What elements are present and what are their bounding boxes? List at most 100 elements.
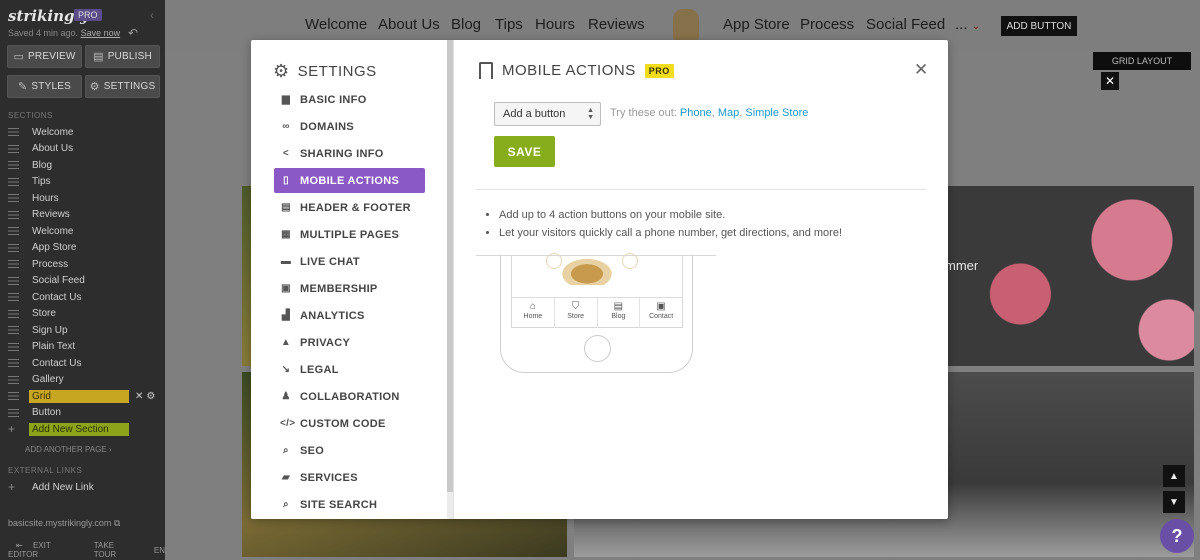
- sidebar-item-section[interactable]: Gallery: [0, 372, 165, 388]
- nav-link-app-store[interactable]: App Store: [723, 16, 790, 33]
- suggestion-map-link[interactable]: Map: [718, 107, 739, 119]
- id-card-icon: ▣: [281, 283, 291, 294]
- sidebar-item-section[interactable]: Social Feed: [0, 273, 165, 289]
- settings-menu-item[interactable]: ▰ SERVICES: [274, 465, 425, 490]
- add-button-select[interactable]: Add a button ▲ ▼: [494, 102, 601, 126]
- sidebar-item-section[interactable]: Button: [0, 405, 165, 421]
- drag-handle-icon[interactable]: [8, 293, 19, 301]
- section-tools-icon[interactable]: ✕⚙: [135, 391, 158, 402]
- drag-handle-icon[interactable]: [8, 144, 19, 153]
- drag-handle-icon[interactable]: [8, 260, 19, 268]
- save-now-link[interactable]: Save now: [81, 28, 121, 38]
- save-button[interactable]: SAVE: [494, 136, 555, 167]
- close-modal-button[interactable]: ✕: [914, 60, 928, 80]
- drag-handle-icon[interactable]: [8, 276, 19, 285]
- help-button[interactable]: ?: [1160, 519, 1194, 553]
- chevron-left-icon[interactable]: ‹: [150, 8, 154, 22]
- settings-menu-item[interactable]: ⌕ SITE SEARCH: [274, 492, 425, 517]
- drag-handle-icon[interactable]: [8, 227, 19, 235]
- settings-menu-item[interactable]: ▯ MOBILE ACTIONS: [274, 168, 425, 193]
- sidebar-item-section[interactable]: Blog: [0, 157, 165, 173]
- settings-menu-item[interactable]: ♟ COLLABORATION: [274, 384, 425, 409]
- sidebar-item-label: Blog: [32, 159, 53, 171]
- settings-menu-item[interactable]: ∞ DOMAINS: [274, 114, 425, 139]
- add-new-section-button[interactable]: + Add New Section: [0, 421, 165, 437]
- drag-handle-icon[interactable]: [8, 375, 19, 384]
- settings-menu-item[interactable]: ▟ ANALYTICS: [274, 303, 425, 328]
- nav-link-hours[interactable]: Hours: [535, 16, 575, 33]
- users-icon: ♟: [281, 391, 291, 402]
- nav-add-button[interactable]: ADD BUTTON: [1001, 16, 1077, 36]
- drag-handle-icon[interactable]: [8, 342, 19, 351]
- sidebar-item-section[interactable]: Reviews: [0, 207, 165, 223]
- settings-menu-item[interactable]: </> CUSTOM CODE: [274, 411, 425, 436]
- language-button[interactable]: EN: [154, 546, 165, 555]
- add-link-item[interactable]: + Add New Link: [0, 479, 165, 495]
- sidebar-item-section[interactable]: Sign Up: [0, 322, 165, 338]
- publish-button[interactable]: ▤ PUBLISH: [85, 45, 160, 68]
- nav-link-reviews[interactable]: Reviews: [588, 16, 645, 33]
- take-tour-button[interactable]: TAKE TOUR: [94, 541, 132, 559]
- nav-link-blog[interactable]: Blog: [451, 16, 481, 33]
- nav-link-about-us[interactable]: About Us: [378, 16, 440, 33]
- drag-handle-icon[interactable]: [8, 177, 19, 186]
- suggestion-phone-link[interactable]: Phone: [680, 107, 712, 119]
- sidebar-item-section[interactable]: Hours: [0, 190, 165, 206]
- drag-handle-icon[interactable]: [8, 128, 19, 136]
- sidebar-item-section[interactable]: Plain Text: [0, 339, 165, 355]
- sidebar-item-section[interactable]: Contact Us: [0, 289, 165, 305]
- nav-link-social-feed[interactable]: Social Feed: [866, 16, 945, 33]
- settings-menu-item[interactable]: ▬ LIVE CHAT: [274, 249, 425, 274]
- preview-button[interactable]: ▭ PREVIEW: [7, 45, 82, 68]
- sidebar-item-section[interactable]: Grid ✕⚙: [0, 388, 165, 404]
- settings-menu-label: DOMAINS: [300, 120, 355, 133]
- nav-more[interactable]: ... ⌄: [955, 16, 980, 33]
- sidebar-footer: ⇤ EXIT EDITOR TAKE TOUR EN: [0, 540, 165, 560]
- sidebar-item-section[interactable]: Store: [0, 306, 165, 322]
- settings-menu-item[interactable]: ▲ PRIVACY: [274, 330, 425, 355]
- drag-handle-icon[interactable]: [8, 309, 19, 318]
- settings-menu-item[interactable]: ▦ MULTIPLE PAGES: [274, 222, 425, 247]
- sidebar-item-section[interactable]: About Us: [0, 141, 165, 157]
- add-page-link[interactable]: ADD ANOTHER PAGE ›: [25, 445, 112, 454]
- exit-editor-button[interactable]: ⇤ EXIT EDITOR: [8, 541, 72, 559]
- styles-button[interactable]: ✎ STYLES: [7, 75, 82, 98]
- drag-handle-icon[interactable]: [8, 194, 19, 202]
- nav-link-welcome[interactable]: Welcome: [305, 16, 367, 33]
- drag-handle-icon[interactable]: [8, 326, 19, 334]
- settings-menu-label: BASIC INFO: [300, 93, 367, 106]
- drag-handle-icon[interactable]: [8, 359, 19, 367]
- close-icon[interactable]: ✕: [1101, 72, 1119, 90]
- move-down-button[interactable]: ▼: [1163, 491, 1185, 513]
- sections-header: SECTIONS: [8, 111, 53, 120]
- nav-link-tips[interactable]: Tips: [495, 16, 523, 33]
- pro-badge: PRO: [74, 9, 102, 21]
- nav-link-process[interactable]: Process: [800, 16, 854, 33]
- sidebar-item-section[interactable]: App Store: [0, 240, 165, 256]
- sidebar-item-section[interactable]: Process: [0, 256, 165, 272]
- settings-menu-item[interactable]: < SHARING INFO: [274, 141, 425, 166]
- sidebar-item-section[interactable]: Contact Us: [0, 355, 165, 371]
- drag-handle-icon[interactable]: [8, 161, 19, 169]
- settings-menu-item[interactable]: ▤ HEADER & FOOTER: [274, 195, 425, 220]
- grid-layout-button[interactable]: GRID LAYOUT: [1093, 52, 1191, 70]
- move-up-button[interactable]: ▲: [1163, 465, 1185, 487]
- drag-handle-icon[interactable]: [8, 408, 19, 417]
- settings-menu-item[interactable]: ▆ BASIC INFO: [274, 87, 425, 112]
- drag-handle-icon[interactable]: [8, 210, 19, 219]
- settings-menu-item[interactable]: ↘ LEGAL: [274, 357, 425, 382]
- site-url[interactable]: basicsite.mystrikingly.com ⧉: [8, 518, 120, 529]
- mobile-icon: ▯: [283, 175, 289, 186]
- settings-menu-item[interactable]: ⌕ SEO: [274, 438, 425, 463]
- drag-handle-icon[interactable]: [8, 243, 19, 252]
- lock-icon: ▲: [280, 337, 292, 348]
- sidebar-item-label: Store: [32, 308, 56, 319]
- sidebar-item-section[interactable]: Welcome: [0, 124, 165, 140]
- drag-handle-icon[interactable]: [8, 392, 19, 400]
- sidebar-item-section[interactable]: Welcome: [0, 223, 165, 239]
- suggestion-simple-store-link[interactable]: Simple Store: [745, 107, 808, 119]
- sidebar-item-section[interactable]: Tips: [0, 174, 165, 190]
- undo-icon[interactable]: ↶: [128, 26, 138, 40]
- settings-button[interactable]: ⚙ SETTINGS: [85, 75, 160, 98]
- settings-menu-item[interactable]: ▣ MEMBERSHIP: [274, 276, 425, 301]
